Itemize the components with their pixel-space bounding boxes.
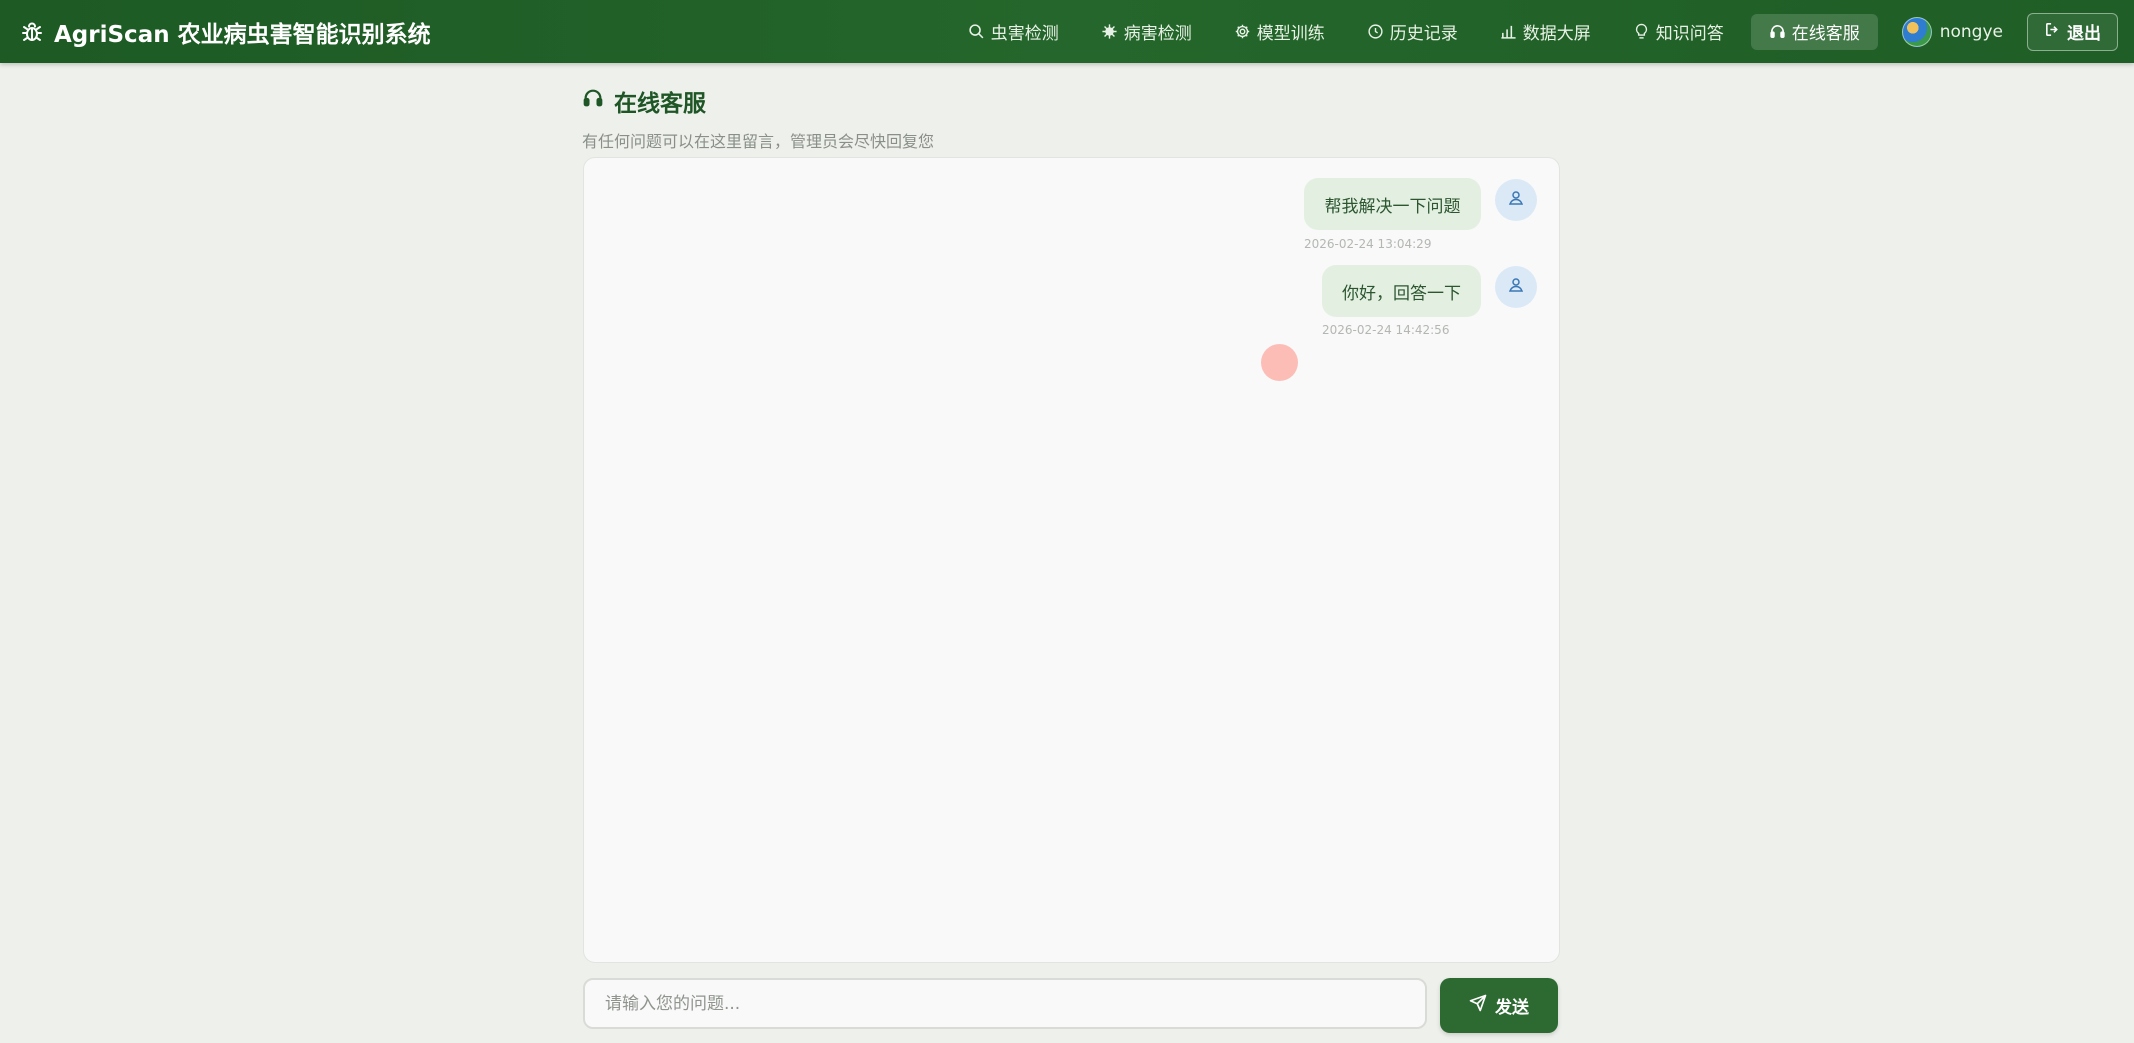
nav-item-label: 历史记录 — [1389, 24, 1458, 44]
mouse-cursor-indicator — [1261, 344, 1298, 381]
page-title: 在线客服 — [582, 84, 934, 118]
nav-item-label: 数据大屏 — [1522, 24, 1591, 44]
logout-label: 退出 — [2067, 24, 2101, 44]
send-icon — [1469, 994, 1487, 1017]
nav-item-label: 知识问答 — [1655, 24, 1724, 44]
user-icon — [1507, 189, 1525, 211]
user-avatar — [1495, 266, 1537, 308]
page-header: 在线客服 有任何问题可以在这里留言，管理员会尽快回复您 — [582, 84, 934, 152]
username: nongye — [1939, 21, 2003, 42]
message-time: 2026-02-24 13:04:29 — [1304, 237, 1432, 251]
message-input[interactable] — [583, 978, 1427, 1029]
bar-chart-icon — [1500, 23, 1517, 40]
nav-item-label: 模型训练 — [1256, 24, 1325, 44]
nav-item-label: 在线客服 — [1791, 24, 1860, 44]
nav-item-knowledge-qa[interactable]: 知识问答 — [1612, 14, 1745, 50]
page-subtitle: 有任何问题可以在这里留言，管理员会尽快回复您 — [582, 132, 935, 151]
message-bubble: 你好，回答一下 — [1322, 265, 1481, 317]
nav-menu: 虫害检测 病害检测 模型训练 历史记录 数据大屏 知识问答 在线客服 nongy… — [947, 0, 2118, 63]
nav-item-dashboard[interactable]: 数据大屏 — [1479, 14, 1612, 50]
nav-item-model-training[interactable]: 模型训练 — [1213, 14, 1346, 50]
nav-item-history[interactable]: 历史记录 — [1346, 14, 1479, 50]
headset-icon — [1769, 23, 1786, 40]
user-menu[interactable]: nongye — [1884, 16, 2027, 47]
headset-icon — [582, 87, 604, 115]
send-button[interactable]: 发送 — [1440, 978, 1558, 1033]
top-navbar: AgriScan 农业病虫害智能识别系统 虫害检测 病害检测 模型训练 历史记录 — [0, 0, 2134, 63]
gear-icon — [1234, 23, 1251, 40]
message-time: 2026-02-24 14:42:56 — [1322, 323, 1450, 337]
logout-button[interactable]: 退出 — [2027, 12, 2118, 51]
nav-item-disease-detection[interactable]: 病害检测 — [1080, 14, 1213, 50]
brand[interactable]: AgriScan 农业病虫害智能识别系统 — [20, 0, 431, 63]
avatar — [1901, 16, 1932, 47]
bug-icon — [20, 20, 44, 44]
nav-item-label: 虫害检测 — [990, 24, 1059, 44]
brand-title: AgriScan 农业病虫害智能识别系统 — [54, 21, 431, 48]
send-label: 发送 — [1495, 998, 1529, 1018]
nav-item-pest-detection[interactable]: 虫害检测 — [947, 14, 1080, 50]
user-avatar — [1495, 179, 1537, 221]
nav-item-online-support[interactable]: 在线客服 — [1750, 13, 1878, 50]
virus-icon — [1101, 23, 1118, 40]
page-title-text: 在线客服 — [614, 91, 706, 117]
search-icon — [968, 23, 985, 40]
nav-item-label: 病害检测 — [1123, 24, 1192, 44]
clock-icon — [1367, 23, 1384, 40]
lightbulb-icon — [1633, 23, 1650, 40]
message-bubble: 帮我解决一下问题 — [1304, 178, 1481, 230]
logout-icon — [2044, 21, 2061, 43]
chat-panel[interactable]: 帮我解决一下问题 2026-02-24 13:04:29 你好，回答一下 202… — [583, 157, 1560, 963]
user-icon — [1507, 276, 1525, 298]
